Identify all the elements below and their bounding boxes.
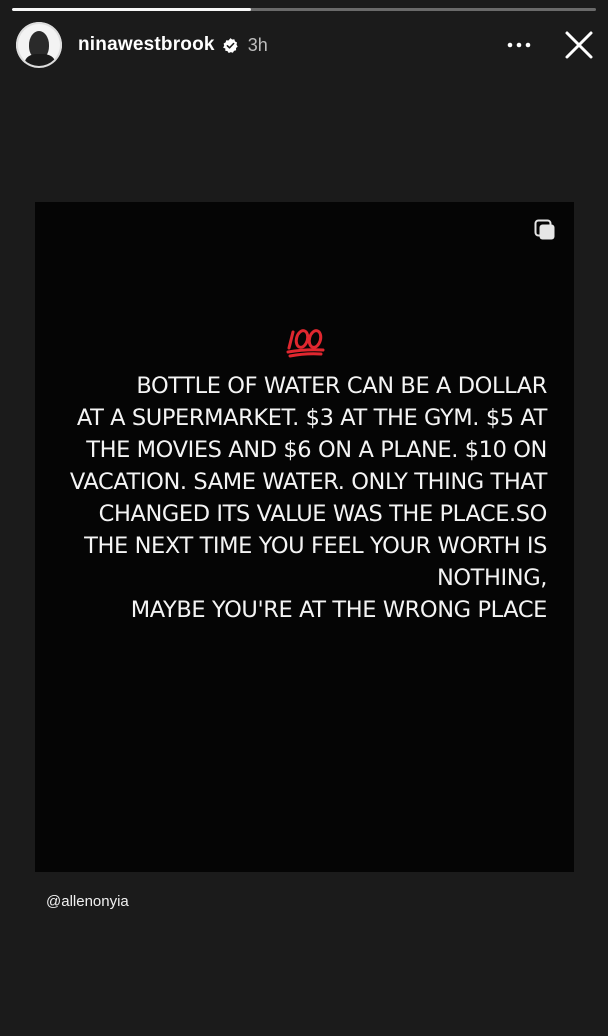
quote-text: BOTTLE OF WATER CAN BE A DOLLAR AT A SUP… <box>69 373 548 623</box>
shared-post[interactable]: BOTTLE OF WATER CAN BE A DOLLAR AT A SUP… <box>35 202 574 872</box>
more-horizontal-icon[interactable] <box>506 34 532 56</box>
story-progress-bar <box>12 8 596 11</box>
username[interactable]: ninawestbrook <box>78 34 215 56</box>
hundred-points-emoji <box>286 329 325 358</box>
mention-link[interactable]: @allenonyia <box>46 893 129 910</box>
story-header: ninawestbrook 3h <box>16 22 600 68</box>
post-time: 3h <box>247 34 268 55</box>
multiple-images-icon <box>534 219 555 240</box>
story-progress-fill <box>12 8 252 11</box>
verified-badge-icon <box>222 37 238 53</box>
close-icon[interactable] <box>562 28 596 62</box>
avatar[interactable] <box>16 22 62 68</box>
